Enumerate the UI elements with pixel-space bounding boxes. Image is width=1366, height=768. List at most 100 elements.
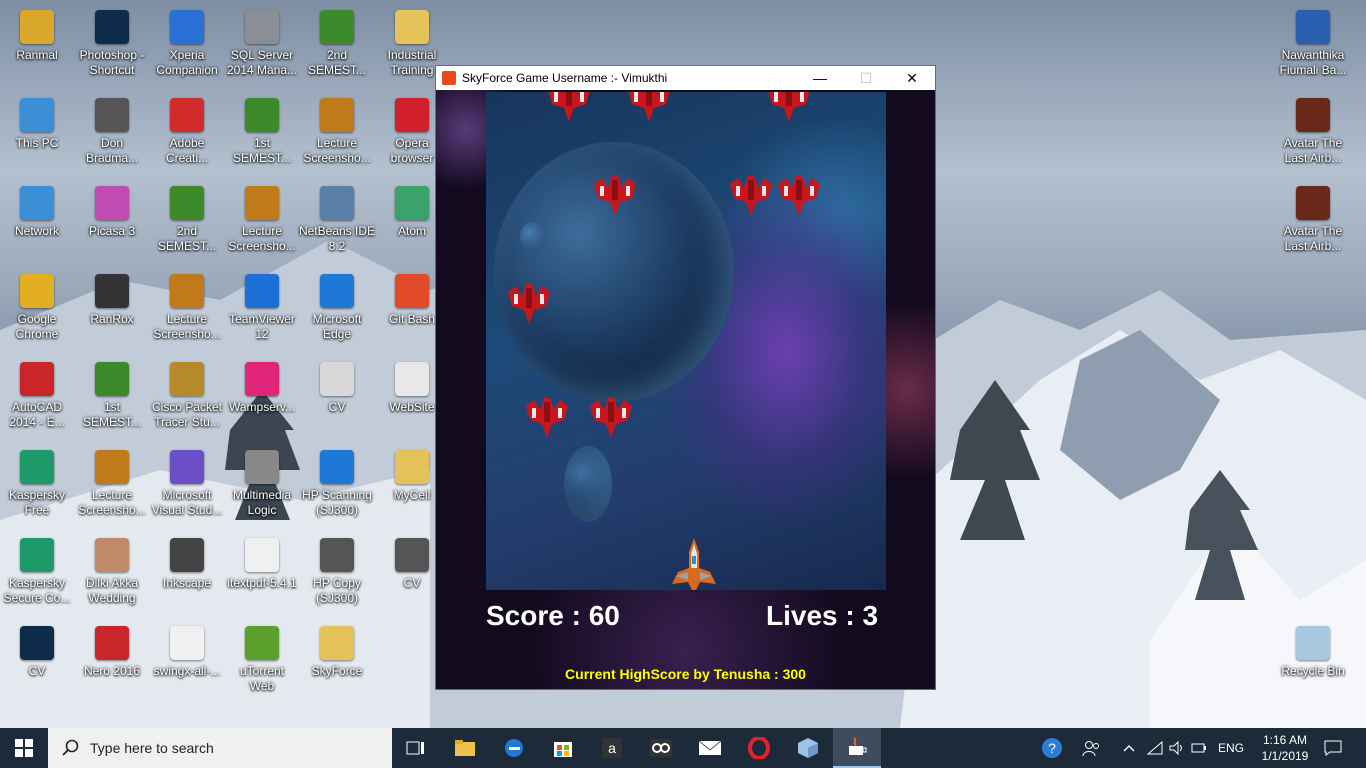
desktop-icon-wampserv[interactable]: Wampserv... [225,356,299,440]
desktop-icon-teamviewer-12[interactable]: TeamViewer 12 [225,268,299,352]
desktop-icon-lecture-screensho-2[interactable]: Lecture Screensho... [150,268,224,352]
desktop-icon-utorrent-web[interactable]: uTorrent Web [225,620,299,704]
desktop-icon-picasa-3[interactable]: Picasa 3 [75,180,149,264]
desktop-icon-adobe-creati[interactable]: Adobe Creati... [150,92,224,176]
volume-tray-button[interactable] [1166,728,1188,768]
desktop-icon-label: Kaspersky Free [8,488,66,517]
enemy-ship [730,176,772,216]
clock[interactable]: 1:16 AM 1/1/2019 [1252,732,1318,764]
chevron-up-icon [1123,745,1135,752]
desktop-icon-autocad-2014-e[interactable]: AutoCAD 2014 - E... [0,356,74,440]
desktop-icon-label: CV [28,664,46,678]
desktop-icon-2nd-semest-2[interactable]: 2nd SEMEST... [300,4,374,88]
desktop-icon-hp-copy-sj300[interactable]: HP Copy (SJ300) [300,532,374,616]
desktop-icon-skyforce[interactable]: SkyForce [300,620,374,704]
desktop-icon-google-chrome[interactable]: Google Chrome [0,268,74,352]
taskbar-opera[interactable] [735,728,783,768]
desktop-icon-netbeans-ide-8-2[interactable]: NetBeans IDE 8.2 [299,180,375,264]
desktop-icon-1st-semest[interactable]: 1st SEMEST... [75,356,149,440]
svg-text:a: a [608,740,616,756]
desktop-icon-microsoft-visual-stud[interactable]: Microsoft Visual Stud... [150,444,224,528]
app-icon [20,450,54,484]
desktop-icon-swingx-all[interactable]: swingx-all-... [150,620,224,704]
desktop-icon-photoshop-shortcut[interactable]: Photoshop - Shortcut [75,4,149,88]
game-canvas[interactable]: Score : 60 Lives : 3 Current HighScore b… [436,90,935,689]
app-icon [20,626,54,660]
desktop-icon-avatar-the-last-airb-2[interactable]: Avatar The Last Airb... [1276,180,1350,264]
app-icon [320,10,354,44]
desktop-icon-lecture-screensho-3[interactable]: Lecture Screensho... [225,180,299,264]
window-titlebar[interactable]: SkyForce Game Username :- Vimukthi — ☐ ✕ [436,66,935,90]
action-center-button[interactable] [1318,728,1348,768]
taskbar-tripadvisor[interactable] [637,728,685,768]
desktop-icon-cv[interactable]: CV [0,620,74,704]
desktop-icon-label: 1st SEMEST... [82,400,141,429]
store-icon [554,742,572,757]
taskbar-store[interactable] [539,728,587,768]
taskbar-amazon[interactable]: a [588,728,636,768]
minimize-button[interactable]: — [797,66,843,90]
desktop-icon-nawanthika-fiumali-ba[interactable]: Nawanthika Fiumali Ba... [1276,4,1350,88]
desktop-icon-ranrox[interactable]: RanRox [75,268,149,352]
taskbar-mail[interactable] [686,728,734,768]
task-view-button[interactable] [392,728,440,768]
desktop-icon-label: Dilki Akka Wedding [85,576,138,605]
help-tray-button[interactable]: ? [1038,728,1066,768]
desktop-icon-2nd-semest[interactable]: 2nd SEMEST... [150,180,224,264]
desktop-icon-don-bradma[interactable]: Don Bradma... [75,92,149,176]
app-icon [20,186,54,220]
taskbar-edge[interactable] [490,728,538,768]
desktop-icon-network[interactable]: Network [0,180,74,264]
desktop-icon-dilki-akka-wedding[interactable]: Dilki Akka Wedding [75,532,149,616]
app-icon [320,450,354,484]
maximize-button[interactable]: ☐ [843,66,889,90]
desktop-icon-1st-semest-2[interactable]: 1st SEMEST... [225,92,299,176]
app-icon [320,538,354,572]
app-icon [395,362,429,396]
taskbar-java-app[interactable] [833,728,881,768]
desktop-icon-this-pc[interactable]: This PC [0,92,74,176]
desktop-icon-microsoft-edge[interactable]: Microsoft Edge [300,268,374,352]
app-icon [1296,10,1330,44]
svg-text:?: ? [1048,740,1056,756]
playfield[interactable] [486,92,886,590]
app-icon [395,98,429,132]
skyforce-window[interactable]: SkyForce Game Username :- Vimukthi — ☐ ✕… [435,65,936,690]
app-icon [95,10,129,44]
java-icon [849,737,867,755]
show-hidden-icons-button[interactable] [1118,728,1140,768]
desktop-icon-hp-scanning-sj300[interactable]: HP Scanning (SJ300) [300,444,374,528]
app-icon [1296,626,1330,660]
desktop-icon-label: Don Bradma... [85,136,139,165]
search-icon [62,739,79,756]
desktop-icon-recycle-bin[interactable]: Recycle Bin [1276,620,1350,704]
desktop-icon-lecture-screensho-4[interactable]: Lecture Screensho... [300,92,374,176]
desktop-icon-label: Xperia Companion [156,48,218,77]
desktop-icon-avatar-the-last-airb[interactable]: Avatar The Last Airb... [1276,92,1350,176]
desktop-icon-lecture-screensho[interactable]: Lecture Screensho... [75,444,149,528]
desktop-icon-cv-2[interactable]: CV [300,356,374,440]
language-indicator[interactable]: ENG [1214,728,1248,768]
desktop-icon-ranmal[interactable]: Ranmal [0,4,74,88]
desktop-icon-kaspersky-free[interactable]: Kaspersky Free [0,444,74,528]
app-icon [1296,186,1330,220]
taskbar-file-explorer[interactable] [441,728,489,768]
desktop-icon-kaspersky-secure-co[interactable]: Kaspersky Secure Co... [0,532,74,616]
app-icon [170,626,204,660]
desktop-icon-multimedia-logic[interactable]: Multimedia Logic [225,444,299,528]
desktop-icon-sql-server-2014-mana[interactable]: SQL Server 2014 Mana... [225,4,299,88]
close-button[interactable]: ✕ [889,66,935,90]
desktop-icon-xperia-companion[interactable]: Xperia Companion [150,4,224,88]
search-box[interactable]: Type here to search [48,728,392,768]
lives-label: Lives : 3 [766,600,879,631]
network-tray-button[interactable] [1144,728,1166,768]
taskbar-virtualbox[interactable] [784,728,832,768]
battery-tray-button[interactable] [1188,728,1210,768]
start-button[interactable] [0,728,48,768]
enemy-ship [548,92,590,122]
people-button[interactable] [1078,728,1106,768]
desktop-icon-nero-2016[interactable]: Nero 2016 [75,620,149,704]
desktop-icon-inkscape[interactable]: Inkscape [150,532,224,616]
desktop-icon-itextpdf-5-4-1[interactable]: itextpdf-5.4.1 [225,532,299,616]
desktop-icon-cisco-packet-tracer-stu[interactable]: Cisco Packet Tracer Stu... [150,356,224,440]
